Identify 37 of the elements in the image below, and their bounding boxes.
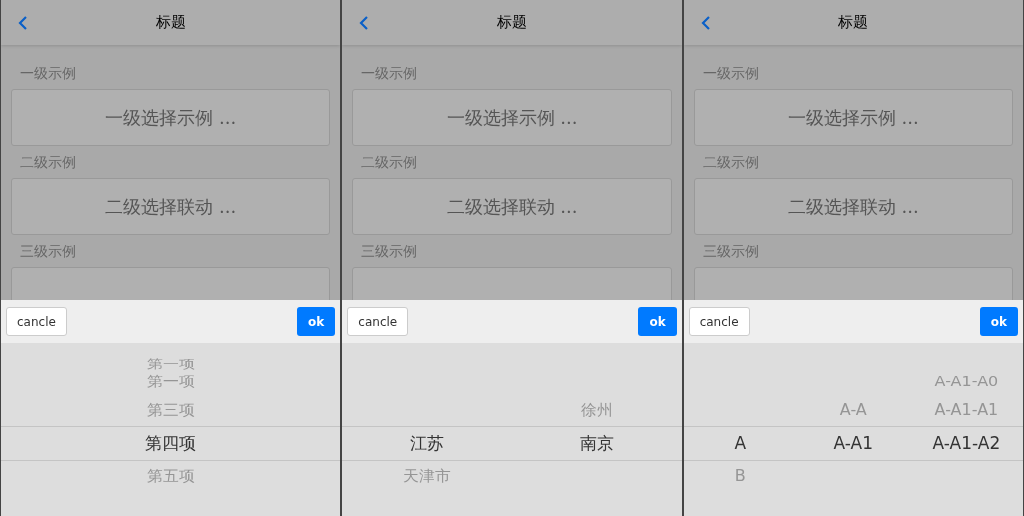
ok-button[interactable]: ok [979, 307, 1018, 336]
page-title: 标题 [155, 12, 186, 34]
picker-trigger[interactable]: 一级选择示例 ... [693, 89, 1013, 146]
picker-option[interactable]: A-A [839, 398, 867, 422]
picker-option[interactable]: A-A1-A0 [934, 371, 999, 393]
picker-option[interactable]: B [734, 464, 746, 488]
ok-button[interactable]: ok [638, 307, 677, 336]
cancel-button[interactable]: cancle [6, 307, 67, 336]
ok-button[interactable]: ok [297, 307, 336, 336]
picker-trigger[interactable]: 二级选择联动 ... [693, 178, 1013, 235]
section-label: 一级示例 [20, 64, 77, 83]
picker-option[interactable]: A-A1-A1 [934, 398, 999, 422]
page-title: 标题 [497, 12, 527, 34]
page-title: 标题 [838, 12, 869, 34]
picker-trigger[interactable]: 二级选择联动 ... [11, 178, 331, 235]
section-label: 一级示例 [361, 64, 419, 83]
cancel-button[interactable]: cancle [347, 307, 409, 336]
picker-trigger[interactable]: 一级选择示例 ... [352, 89, 672, 146]
picker-option[interactable]: 第三项 [146, 398, 195, 422]
picker-option[interactable]: 徐州 [580, 398, 613, 422]
picker-trigger[interactable]: 一级选择示例 ... [11, 89, 331, 146]
picker-option[interactable]: 南京 [579, 431, 614, 455]
back-icon[interactable] [700, 14, 711, 31]
picker-option[interactable]: A-A1 [833, 431, 874, 455]
cancel-button[interactable]: cancle [688, 307, 750, 336]
picker-option[interactable]: 天津市 [403, 464, 452, 488]
picker-option[interactable]: 江苏 [410, 431, 445, 455]
picker-option[interactable]: 第一项 [146, 355, 195, 373]
picker-option[interactable]: 第一项 [146, 371, 195, 393]
back-icon[interactable] [18, 14, 28, 31]
section-label: 一级示例 [702, 64, 760, 83]
picker-option[interactable]: A-A1-A2 [932, 431, 1001, 455]
picker-trigger[interactable]: 二级选择联动 ... [352, 178, 672, 235]
picker-option[interactable]: A [734, 431, 747, 455]
picker-option[interactable]: 第四项 [145, 431, 197, 455]
picker-option[interactable]: 第五项 [146, 464, 195, 488]
back-icon[interactable] [359, 14, 370, 31]
